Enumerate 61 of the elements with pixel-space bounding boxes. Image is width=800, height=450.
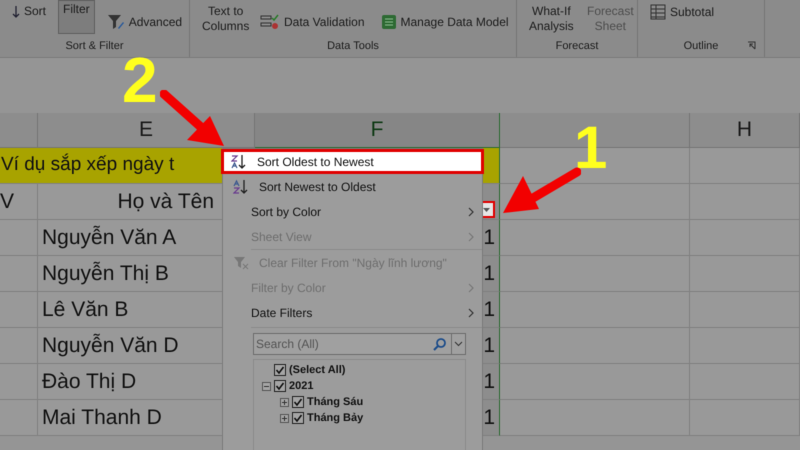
sort-arrow-icon [12, 4, 20, 18]
tree-item[interactable]: Tháng Bảy [307, 410, 364, 426]
ribbon-command[interactable]: Subtotal [646, 4, 718, 20]
sheet-title: Ví dụ sắp xếp ngày t [0, 152, 174, 178]
step-number: 1 [574, 118, 608, 178]
table-cell-text: Nguyễn Văn D [42, 332, 179, 359]
cell-value: 1 [483, 296, 495, 323]
ribbon-command[interactable]: Text to Columns [198, 4, 248, 34]
cell-value: 1 [483, 368, 495, 395]
search-field[interactable]: Search (All) [253, 333, 453, 355]
tree-item[interactable]: Tháng Sáu [307, 394, 364, 410]
sort-descending-icon [233, 178, 249, 194]
tree-item[interactable]: (Select All) [289, 362, 346, 378]
callout-arrow-overlay [160, 90, 226, 148]
table-cell-text: Mai Thanh D [42, 404, 162, 431]
expand-icon[interactable] [280, 414, 289, 422]
checkbox[interactable] [274, 364, 286, 376]
sort-ascending-icon [231, 154, 247, 170]
ribbon-command[interactable]: Data Validation [256, 14, 368, 30]
ribbon-command[interactable]: Manage Data Model [376, 14, 513, 30]
tree-item[interactable]: 2021 [289, 378, 314, 394]
funnel-pencil-icon [106, 14, 125, 30]
cell-value: 1 [483, 332, 495, 359]
clear-filter-icon [233, 256, 249, 270]
table-cell-text: Đào Thị D [42, 368, 136, 395]
filter-button[interactable]: Filter [58, 0, 95, 34]
cell-value: 1 [483, 224, 495, 251]
step-number: 2 [122, 48, 158, 112]
column-header[interactable]: H [690, 113, 800, 148]
cell-value: 1 [483, 260, 495, 287]
menu-item[interactable]: Sort by Color [223, 199, 482, 224]
chevron-right-icon [468, 308, 474, 318]
dialog-launcher-icon[interactable] [747, 40, 756, 50]
group-label: Sort & Filter [65, 38, 124, 54]
column-header[interactable]: F [255, 113, 500, 148]
group-label: Outline [684, 38, 718, 54]
collapse-icon[interactable] [262, 382, 271, 390]
ribbon-command[interactable]: Advanced [102, 14, 186, 30]
chevron-right-icon [468, 232, 474, 242]
expand-icon[interactable] [280, 398, 289, 406]
group-label: Forecast [556, 38, 598, 54]
data-model-icon [380, 14, 396, 30]
subtotal-icon [650, 4, 666, 20]
table-cell-text: Lê Văn B [42, 296, 128, 323]
chevron-right-icon [468, 206, 474, 216]
table-cell-text: Nguyễn Văn A [42, 224, 176, 251]
table-cell-text: Họ và Tên [118, 188, 214, 215]
menu-item[interactable]: Sort Oldest to Newest [221, 149, 484, 174]
checkbox[interactable] [292, 412, 304, 424]
group-label: Data Tools [327, 38, 379, 54]
checkbox[interactable] [292, 396, 304, 408]
ribbon-command[interactable]: Sort [8, 4, 50, 19]
menu-item[interactable]: Sort Newest to Oldest [223, 174, 482, 199]
cell-value: 1 [483, 404, 495, 431]
table-cell-text: V [0, 188, 14, 215]
ribbon-command[interactable]: What-If Analysis [525, 4, 575, 34]
chevron-right-icon [468, 282, 474, 292]
validation-icon [260, 14, 280, 30]
table-cell-text: Nguyễn Thị B [42, 260, 169, 287]
checkbox[interactable] [274, 380, 286, 392]
menu-item[interactable]: Date Filters [223, 300, 482, 325]
